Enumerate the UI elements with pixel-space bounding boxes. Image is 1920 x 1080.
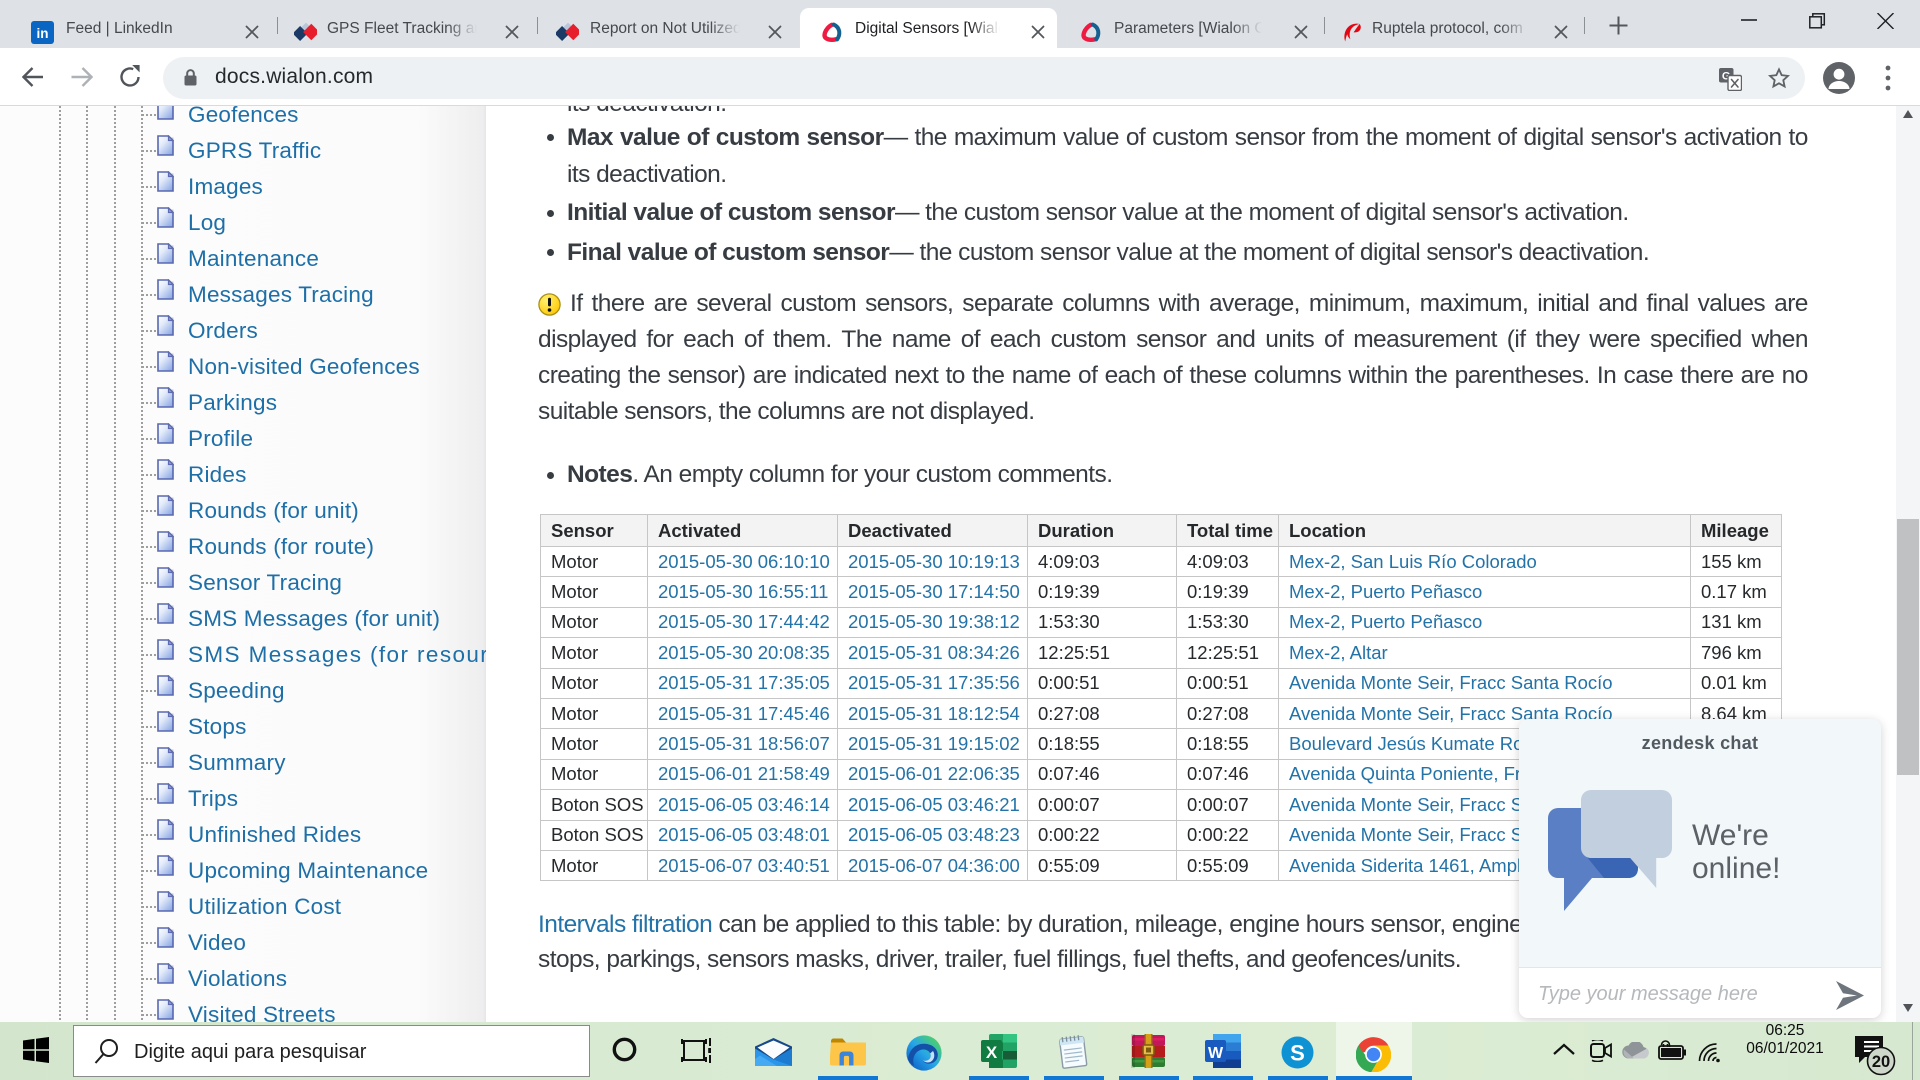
svg-text:X: X: [986, 1043, 998, 1062]
svg-text:S: S: [1290, 1041, 1305, 1066]
svg-text:W: W: [1208, 1045, 1224, 1062]
svg-text:in: in: [37, 26, 49, 41]
svg-text:20: 20: [1872, 1053, 1890, 1071]
